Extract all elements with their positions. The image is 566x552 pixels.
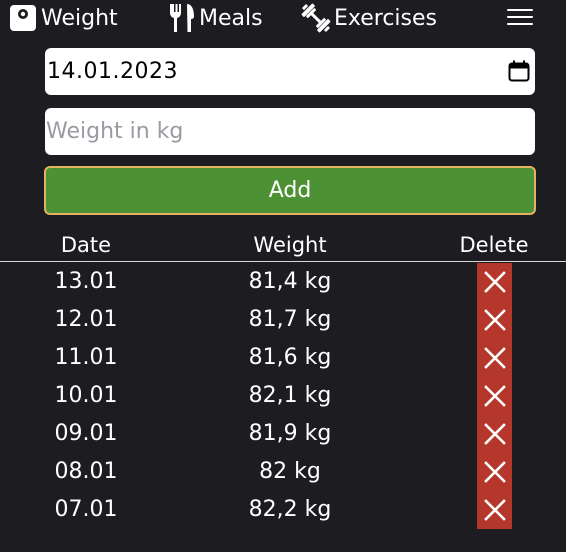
dumbbell-icon bbox=[300, 2, 332, 34]
nav-item-meals[interactable]: Meals bbox=[167, 2, 263, 34]
row-date: 13.01 bbox=[54, 269, 118, 294]
row-weight: 81,7 kg bbox=[248, 307, 332, 332]
close-icon bbox=[483, 499, 506, 521]
header-delete: Delete bbox=[459, 233, 529, 257]
close-icon bbox=[483, 271, 506, 293]
close-icon bbox=[483, 385, 506, 407]
delete-button[interactable] bbox=[477, 263, 512, 301]
nav-item-exercises[interactable]: Exercises bbox=[300, 2, 437, 34]
row-weight: 81,6 kg bbox=[248, 345, 332, 370]
delete-button[interactable] bbox=[477, 491, 512, 529]
calendar-icon[interactable] bbox=[508, 60, 530, 82]
close-icon bbox=[483, 461, 506, 483]
nav-item-weight-label: Weight bbox=[41, 5, 118, 31]
header-weight: Weight bbox=[253, 233, 327, 257]
table-row: 08.01 82 kg bbox=[0, 453, 566, 491]
nav-item-exercises-label: Exercises bbox=[334, 5, 438, 31]
fork-knife-icon bbox=[167, 2, 197, 34]
row-date: 10.01 bbox=[54, 383, 118, 408]
delete-button[interactable] bbox=[477, 377, 512, 415]
row-weight: 81,9 kg bbox=[248, 421, 332, 446]
row-weight: 82,2 kg bbox=[248, 497, 332, 522]
row-date: 12.01 bbox=[54, 307, 118, 332]
table-row: 07.01 82,2 kg bbox=[0, 491, 566, 529]
scale-icon bbox=[9, 4, 37, 32]
table-row: 10.01 82,1 kg bbox=[0, 377, 566, 415]
delete-button[interactable] bbox=[477, 339, 512, 377]
row-date: 08.01 bbox=[54, 459, 118, 484]
table-row: 09.01 81,9 kg bbox=[0, 415, 566, 453]
table-divider bbox=[0, 261, 566, 262]
table-row: 13.01 81,4 kg bbox=[0, 263, 566, 301]
nav-item-meals-label: Meals bbox=[199, 5, 263, 31]
close-icon bbox=[483, 347, 506, 369]
row-date: 11.01 bbox=[54, 345, 118, 370]
delete-button[interactable] bbox=[477, 453, 512, 491]
row-date: 09.01 bbox=[54, 421, 118, 446]
delete-button[interactable] bbox=[477, 415, 512, 453]
delete-button[interactable] bbox=[477, 301, 512, 339]
date-input[interactable]: 14.01.2023 bbox=[45, 48, 535, 95]
date-value: 14.01.2023 bbox=[47, 59, 178, 84]
hamburger-menu-icon[interactable] bbox=[505, 5, 535, 29]
row-weight: 82,1 kg bbox=[248, 383, 332, 408]
nav-item-weight[interactable]: Weight bbox=[9, 2, 118, 34]
add-button[interactable]: Add bbox=[44, 166, 536, 215]
close-icon bbox=[483, 423, 506, 445]
header-date: Date bbox=[60, 233, 112, 257]
table-row: 12.01 81,7 kg bbox=[0, 301, 566, 339]
row-weight: 81,4 kg bbox=[248, 269, 332, 294]
table-header: Date Weight Delete bbox=[0, 231, 566, 261]
row-weight: 82 kg bbox=[259, 459, 321, 484]
weight-input[interactable] bbox=[45, 108, 535, 155]
table-row: 11.01 81,6 kg bbox=[0, 339, 566, 377]
top-nav: Weight Meals Exercises bbox=[0, 0, 566, 36]
row-date: 07.01 bbox=[54, 497, 118, 522]
close-icon bbox=[483, 309, 506, 331]
